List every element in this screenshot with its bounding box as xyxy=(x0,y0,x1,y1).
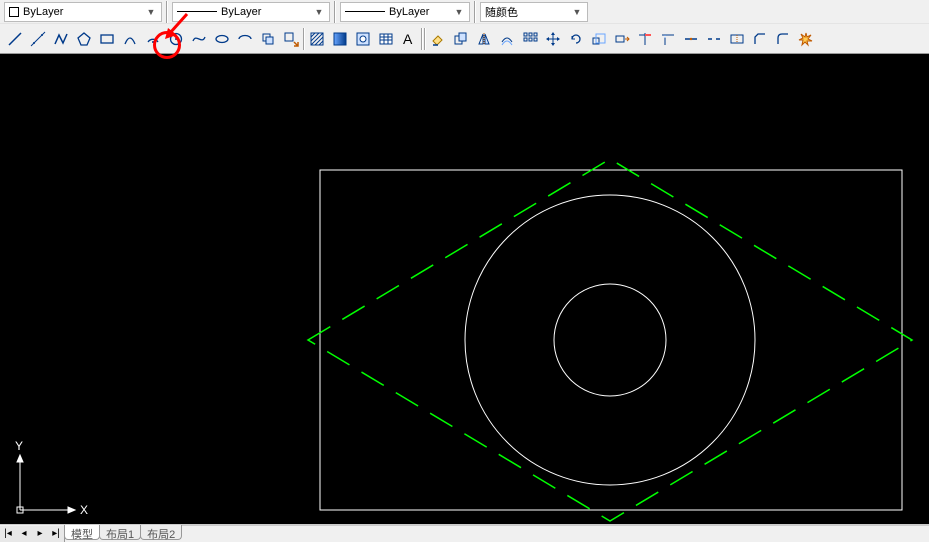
chevron-down-icon: ▼ xyxy=(569,7,585,17)
explode-tool[interactable] xyxy=(795,28,817,50)
color-label: ByLayer xyxy=(23,6,139,18)
mirror-tool[interactable] xyxy=(473,28,495,50)
draw-modify-toolbar: A xyxy=(0,24,929,54)
divider xyxy=(474,1,476,23)
offset-tool[interactable] xyxy=(496,28,518,50)
make-block-tool[interactable] xyxy=(280,28,302,50)
chevron-down-icon: ▼ xyxy=(311,7,327,17)
spline-tool[interactable] xyxy=(188,28,210,50)
lineweight-sample-icon xyxy=(345,11,385,12)
rectangle-tool[interactable] xyxy=(96,28,118,50)
polygon-tool[interactable] xyxy=(73,28,95,50)
color-swatch-icon xyxy=(9,7,19,17)
chevron-down-icon: ▼ xyxy=(451,7,467,17)
text-tool[interactable]: A xyxy=(398,28,420,50)
tab-model[interactable]: 模型 xyxy=(64,525,100,540)
array-tool[interactable] xyxy=(519,28,541,50)
lineweight-label: ByLayer xyxy=(389,6,447,18)
extend-tool[interactable] xyxy=(657,28,679,50)
circle-tool[interactable] xyxy=(165,28,187,50)
ucs-y-label: Y xyxy=(15,439,23,453)
linetype-sample-icon xyxy=(177,11,217,12)
ellipse-arc-tool[interactable] xyxy=(234,28,256,50)
divider xyxy=(166,1,168,23)
tab-nav-prev[interactable]: ◂ xyxy=(16,526,32,542)
drawing-svg: X Y xyxy=(0,54,929,524)
tab-nav-first[interactable]: |◂ xyxy=(0,526,16,542)
tab-layout2[interactable]: 布局2 xyxy=(140,525,182,540)
layout-tabs: 模型 布局1 布局2 xyxy=(65,525,182,542)
erase-tool[interactable] xyxy=(427,28,449,50)
chevron-down-icon: ▼ xyxy=(143,7,159,17)
plotstyle-dropdown[interactable]: 随颜色 ▼ xyxy=(480,2,588,22)
gradient-tool[interactable] xyxy=(329,28,351,50)
lineweight-dropdown[interactable]: ByLayer ▼ xyxy=(340,2,470,22)
arc-3p-tool[interactable] xyxy=(119,28,141,50)
ucs-x-label: X xyxy=(80,503,88,517)
join-tool[interactable] xyxy=(726,28,748,50)
arc-tool[interactable] xyxy=(142,28,164,50)
insert-block-tool[interactable] xyxy=(257,28,279,50)
svg-text:A: A xyxy=(403,31,413,47)
divider xyxy=(421,28,423,50)
drawing-canvas[interactable]: X Y xyxy=(0,54,929,524)
rotate-tool[interactable] xyxy=(565,28,587,50)
stretch-tool[interactable] xyxy=(611,28,633,50)
chamfer-tool[interactable] xyxy=(749,28,771,50)
break-tool[interactable] xyxy=(703,28,725,50)
tab-bar-remainder xyxy=(182,525,929,542)
break-at-point-tool[interactable] xyxy=(680,28,702,50)
polyline-tool[interactable] xyxy=(50,28,72,50)
copy-tool[interactable] xyxy=(450,28,472,50)
region-tool[interactable] xyxy=(352,28,374,50)
construction-line-tool[interactable] xyxy=(27,28,49,50)
divider xyxy=(303,28,305,50)
linetype-label: ByLayer xyxy=(221,6,307,18)
linetype-dropdown[interactable]: ByLayer ▼ xyxy=(172,2,330,22)
line-tool[interactable] xyxy=(4,28,26,50)
trim-tool[interactable] xyxy=(634,28,656,50)
table-tool[interactable] xyxy=(375,28,397,50)
tab-nav-next[interactable]: ▸ xyxy=(32,526,48,542)
divider xyxy=(424,28,426,50)
scale-tool[interactable] xyxy=(588,28,610,50)
color-dropdown[interactable]: ByLayer ▼ xyxy=(4,2,162,22)
tab-layout1[interactable]: 布局1 xyxy=(99,525,141,540)
ellipse-tool[interactable] xyxy=(211,28,233,50)
divider xyxy=(334,1,336,23)
fillet-tool[interactable] xyxy=(772,28,794,50)
plotstyle-label: 随颜色 xyxy=(485,4,565,20)
properties-toolbar: ByLayer ▼ ByLayer ▼ ByLayer ▼ 随颜色 ▼ xyxy=(0,0,929,24)
move-tool[interactable] xyxy=(542,28,564,50)
tab-nav-buttons: |◂ ◂ ▸ ▸| xyxy=(0,525,65,542)
hatch-tool[interactable] xyxy=(306,28,328,50)
layout-tab-bar: |◂ ◂ ▸ ▸| 模型 布局1 布局2 xyxy=(0,524,929,542)
tab-nav-last[interactable]: ▸| xyxy=(48,526,64,542)
